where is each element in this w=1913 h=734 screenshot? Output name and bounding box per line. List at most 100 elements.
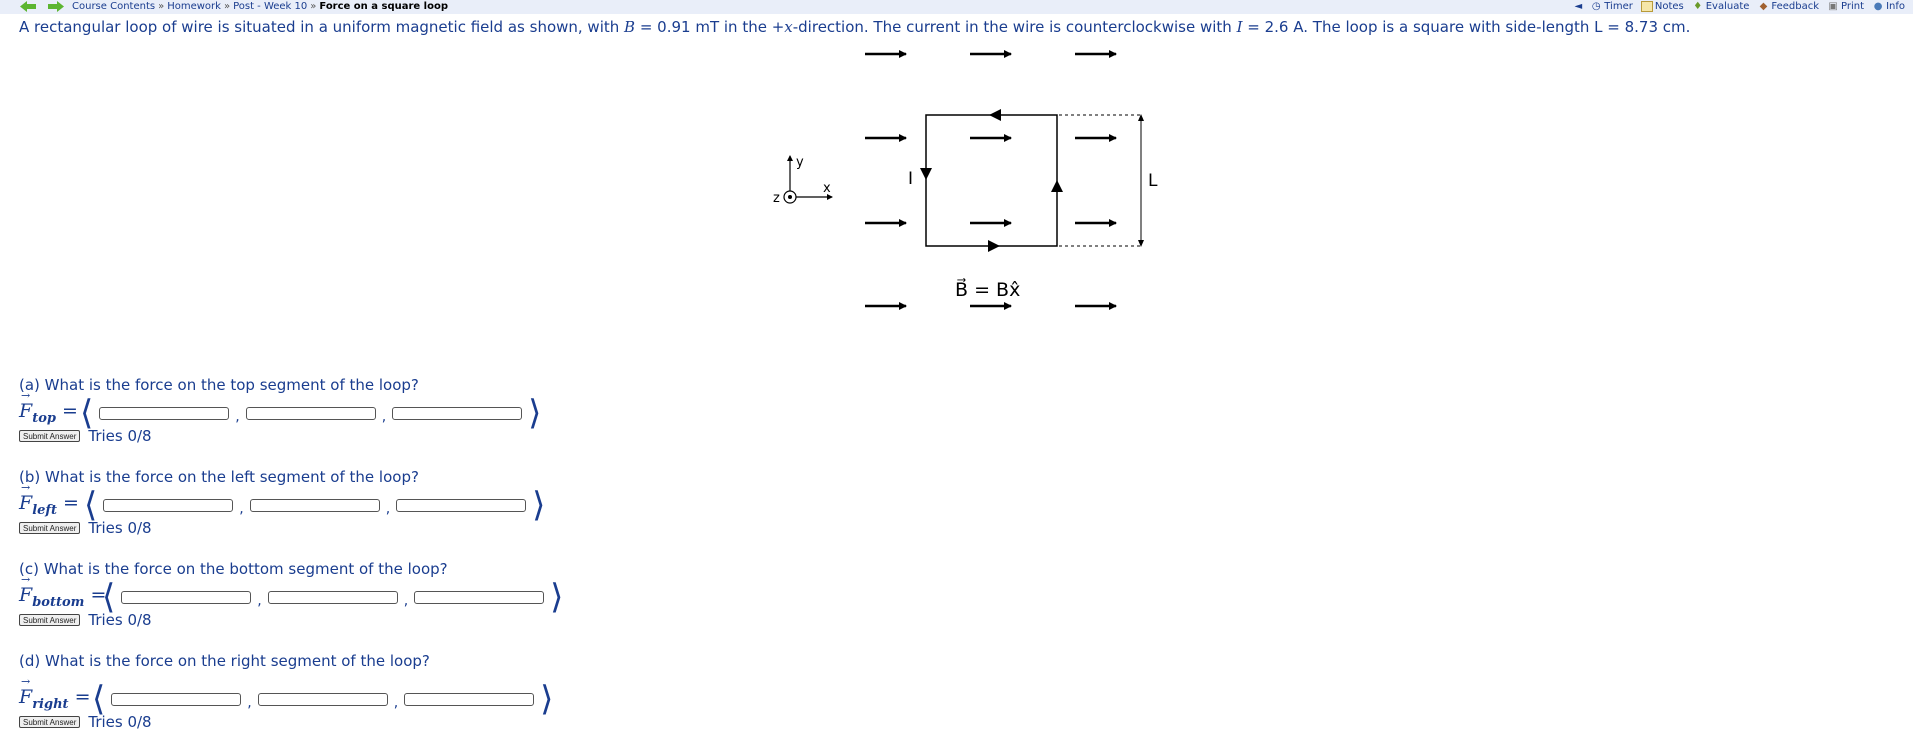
tries-counter-d: Tries 0/8 bbox=[88, 713, 152, 731]
symbol-b: B bbox=[624, 18, 636, 36]
evaluate-label: Evaluate bbox=[1705, 1, 1750, 12]
right-angle-bracket: ⟩ bbox=[550, 577, 564, 617]
problem-text: A rectangular loop of wire is situated i… bbox=[19, 18, 625, 36]
submit-answer-button-d[interactable]: Submit Answer bbox=[19, 716, 81, 728]
notes-button[interactable]: Notes bbox=[1640, 0, 1684, 13]
answer-row-c: Fbottom = ⟨ , , ⟩ bbox=[19, 573, 563, 614]
info-label: Info bbox=[1886, 1, 1905, 12]
force-top-y-input[interactable] bbox=[245, 406, 376, 420]
problem-text: = 2.6 A. The loop is a square with side-… bbox=[1242, 18, 1691, 36]
comma: , bbox=[247, 695, 252, 711]
comma: , bbox=[393, 695, 399, 711]
breadcrumb-course-contents[interactable]: Course Contents bbox=[72, 1, 155, 12]
current-direction-arrows bbox=[920, 109, 1063, 252]
vector-input-b: ⟨ , , ⟩ bbox=[84, 485, 546, 525]
equals-sign: = bbox=[63, 492, 79, 514]
submit-row-c: Submit Answer Tries 0/8 bbox=[19, 611, 152, 629]
force-vector-label-bottom: Fbottom = bbox=[19, 573, 106, 610]
breadcrumb-homework[interactable]: Homework bbox=[167, 1, 221, 12]
equals-sign: = bbox=[74, 686, 91, 708]
submit-answer-button-c[interactable]: Submit Answer bbox=[19, 614, 81, 626]
force-right-y-input[interactable] bbox=[257, 692, 388, 706]
comma: , bbox=[385, 501, 391, 517]
breadcrumb-separator: » bbox=[310, 1, 317, 12]
vector-f-symbol: F bbox=[19, 675, 32, 708]
magnetic-field-arrows bbox=[865, 50, 1117, 310]
vector-f-symbol: F bbox=[19, 389, 32, 422]
part-b: (b) What is the force on the left segmen… bbox=[19, 468, 545, 537]
problem-text: = 0.91 mT in the + bbox=[635, 18, 785, 36]
feedback-label: Feedback bbox=[1771, 1, 1820, 12]
symbol-x: x bbox=[784, 18, 793, 36]
subscript-right: right bbox=[32, 696, 69, 712]
axis-x-label: x bbox=[823, 181, 831, 196]
comma: , bbox=[239, 501, 244, 517]
force-left-z-input[interactable] bbox=[396, 498, 527, 512]
coordinate-axes: y x z bbox=[773, 155, 833, 206]
breadcrumb-week[interactable]: Post - Week 10 bbox=[233, 1, 307, 12]
problem-text: -direction. The current in the wire is c… bbox=[792, 18, 1237, 36]
subscript-left: left bbox=[32, 502, 57, 518]
field-label: B⃗ = Bx̂ bbox=[955, 278, 1020, 301]
collapse-toolbar-button[interactable]: ◄ bbox=[1575, 0, 1583, 13]
vector-input-a: ⟨ , , ⟩ bbox=[80, 393, 542, 433]
left-angle-bracket: ⟨ bbox=[92, 679, 106, 719]
vector-input-c: ⟨ , , ⟩ bbox=[102, 577, 564, 617]
info-button[interactable]: ● Info bbox=[1872, 0, 1905, 13]
timer-button[interactable]: ◷ Timer bbox=[1590, 0, 1633, 13]
question-b: (b) What is the force on the left segmen… bbox=[19, 468, 419, 486]
part-a: (a) What is the force on the top segment… bbox=[19, 376, 541, 445]
submit-row-d: Submit Answer Tries 0/8 bbox=[19, 713, 152, 731]
notes-icon bbox=[1640, 1, 1653, 12]
axis-y-label: y bbox=[796, 155, 804, 170]
right-angle-bracket: ⟩ bbox=[532, 485, 546, 525]
part-d: (d) What is the force on the right segme… bbox=[19, 652, 553, 731]
printer-icon: ▣ bbox=[1828, 1, 1838, 12]
notes-label: Notes bbox=[1654, 1, 1684, 12]
back-arrow-icon[interactable] bbox=[20, 1, 36, 12]
top-navigation-bar: Course Contents» Homework» Post - Week 10»… bbox=[0, 0, 1913, 14]
force-left-y-input[interactable] bbox=[249, 498, 380, 512]
force-right-x-input[interactable] bbox=[111, 692, 242, 706]
force-bottom-x-input[interactable] bbox=[121, 590, 252, 604]
timer-label: Timer bbox=[1604, 1, 1633, 12]
subscript-bottom: bottom bbox=[32, 594, 85, 610]
feedback-button[interactable]: ◆ Feedback bbox=[1757, 0, 1819, 13]
force-left-x-input[interactable] bbox=[103, 498, 234, 512]
comma: , bbox=[403, 593, 409, 609]
forward-arrow-icon[interactable] bbox=[48, 1, 64, 12]
comma: , bbox=[257, 593, 262, 609]
equals-sign: = bbox=[62, 400, 78, 422]
vector-input-d: ⟨ , , ⟩ bbox=[92, 679, 554, 719]
submit-row-a: Submit Answer Tries 0/8 bbox=[19, 427, 152, 445]
left-angle-bracket: ⟨ bbox=[102, 577, 116, 617]
force-vector-label-top: Ftop = bbox=[19, 389, 78, 426]
question-d: (d) What is the force on the right segme… bbox=[19, 652, 430, 670]
force-vector-label-left: Fleft = bbox=[19, 481, 79, 518]
evaluate-icon: ♦ bbox=[1693, 1, 1703, 12]
tries-counter-b: Tries 0/8 bbox=[88, 519, 152, 537]
force-top-x-input[interactable] bbox=[99, 406, 230, 420]
submit-answer-button-b[interactable]: Submit Answer bbox=[19, 522, 81, 534]
force-bottom-z-input[interactable] bbox=[414, 590, 545, 604]
right-angle-bracket: ⟩ bbox=[540, 679, 554, 719]
axis-z-label: z bbox=[773, 191, 780, 206]
wire-loop bbox=[925, 114, 1058, 247]
problem-statement: A rectangular loop of wire is situated i… bbox=[19, 18, 1690, 36]
breadcrumb-current: Force on a square loop bbox=[319, 1, 449, 12]
breadcrumb: Course Contents» Homework» Post - Week 10»… bbox=[72, 0, 448, 13]
left-angle-bracket: ⟨ bbox=[80, 393, 94, 433]
submit-answer-button-a[interactable]: Submit Answer bbox=[19, 430, 81, 442]
question-c: (c) What is the force on the bottom segm… bbox=[19, 560, 448, 578]
force-right-z-input[interactable] bbox=[404, 692, 535, 706]
print-button[interactable]: ▣ Print bbox=[1827, 0, 1864, 13]
vector-f-symbol: F bbox=[19, 573, 32, 606]
evaluate-button[interactable]: ♦ Evaluate bbox=[1692, 0, 1750, 13]
part-c: (c) What is the force on the bottom segm… bbox=[19, 560, 563, 629]
force-top-z-input[interactable] bbox=[392, 406, 523, 420]
comma: , bbox=[235, 409, 240, 425]
right-angle-bracket: ⟩ bbox=[528, 393, 542, 433]
force-bottom-y-input[interactable] bbox=[267, 590, 398, 604]
comma: , bbox=[381, 409, 387, 425]
submit-row-b: Submit Answer Tries 0/8 bbox=[19, 519, 152, 537]
